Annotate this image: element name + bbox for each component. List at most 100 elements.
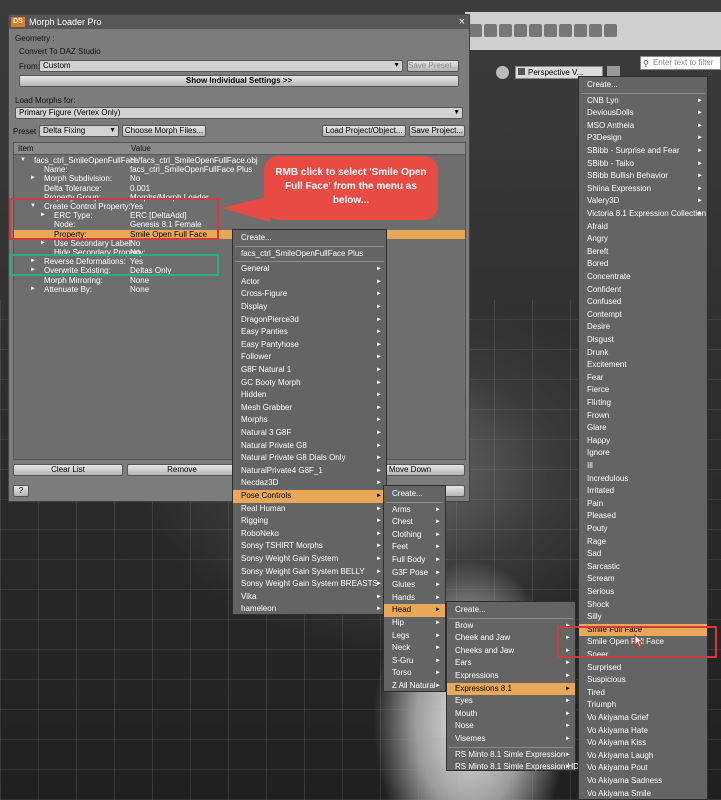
menu-item[interactable]: Actor ►: [233, 276, 386, 289]
menu-item[interactable]: Surprised: [579, 662, 707, 675]
tool-icon[interactable]: [469, 24, 482, 37]
menu-item[interactable]: Confident: [579, 284, 707, 297]
choose-morph-files-button[interactable]: Choose Morph Files...: [122, 125, 206, 137]
menu-item[interactable]: DragonPierce3d ►: [233, 314, 386, 327]
menu-item[interactable]: Create...: [579, 79, 707, 92]
menu-item[interactable]: Confused: [579, 296, 707, 309]
menu-item[interactable]: Excitement: [579, 359, 707, 372]
menu-item[interactable]: Pose Controls ►: [233, 490, 386, 503]
menu-item[interactable]: Cross-Figure ►: [233, 288, 386, 301]
expand-arrow-icon[interactable]: ▼: [20, 156, 26, 165]
menu-item[interactable]: Brow ►: [447, 620, 575, 633]
menu-item[interactable]: Disgust: [579, 334, 707, 347]
menu-item[interactable]: Afraid: [579, 221, 707, 234]
menu-item[interactable]: Vo Akiyama Smile: [579, 788, 707, 800]
menu-item[interactable]: SBibb - Taiko ►: [579, 158, 707, 171]
menu-item[interactable]: Pain: [579, 498, 707, 511]
menu-item[interactable]: Frown: [579, 410, 707, 423]
show-individual-settings-button[interactable]: Show Individual Settings >>: [19, 75, 459, 87]
menu-item[interactable]: Visemes ►: [447, 733, 575, 746]
menu-item[interactable]: Expressions 8.1 ►: [447, 682, 575, 696]
collapse-arrow-icon[interactable]: ►: [30, 285, 36, 294]
filter-search-input[interactable]: ⚲ Enter text to filter: [640, 56, 721, 70]
menu-item[interactable]: Head ►: [384, 604, 445, 617]
menu-item[interactable]: Ears ►: [447, 657, 575, 670]
menu-item[interactable]: Necdaz3D ►: [233, 477, 386, 490]
menu-item[interactable]: Drunk: [579, 347, 707, 360]
menu-item[interactable]: MSO Antheia ►: [579, 120, 707, 133]
menu-item[interactable]: Serious: [579, 586, 707, 599]
tool-icon[interactable]: [529, 24, 542, 37]
menu-item[interactable]: Sonsy Weight Gain System BREASTS ►: [233, 578, 386, 591]
save-preset-button[interactable]: Save Preset...: [407, 60, 459, 72]
menu-item[interactable]: Display ►: [233, 301, 386, 314]
menu-item[interactable]: NaturalPrivate4 G8F_1 ►: [233, 465, 386, 478]
menu-item[interactable]: Desire: [579, 321, 707, 334]
menu-item[interactable]: SBibb - Surprise and Fear ►: [579, 145, 707, 158]
menu-item[interactable]: Vika ►: [233, 591, 386, 604]
menu-item[interactable]: Feet ►: [384, 541, 445, 554]
menu-item[interactable]: Bored: [579, 258, 707, 271]
menu-item[interactable]: Vo Akiyama Pout: [579, 762, 707, 775]
menu-item[interactable]: Nose ►: [447, 720, 575, 733]
menu-item[interactable]: Eyes ►: [447, 695, 575, 708]
tool-icon[interactable]: [484, 24, 497, 37]
menu-item[interactable]: Suspicious: [579, 674, 707, 687]
menu-item[interactable]: Silly: [579, 611, 707, 624]
menu-item[interactable]: Vo Akiyama Laugh: [579, 750, 707, 763]
menu-item[interactable]: Sonsy Weight Gain System BELLY ►: [233, 566, 386, 579]
menu-item[interactable]: Triumph: [579, 699, 707, 712]
menu-item[interactable]: Natural Private G8 Dials Only ►: [233, 452, 386, 465]
column-item[interactable]: Item: [18, 144, 34, 153]
menu-item[interactable]: Cheeks and Jaw ►: [447, 645, 575, 658]
menu-item[interactable]: facs_ctrl_SmileOpenFullFace Plus: [233, 248, 386, 261]
menu-item[interactable]: Scream: [579, 573, 707, 586]
tool-icon[interactable]: [559, 24, 572, 37]
menu-item[interactable]: Vo Akiyama Hate: [579, 725, 707, 738]
menu-item[interactable]: Natural 3 G8F ►: [233, 427, 386, 440]
preset-dropdown[interactable]: Delta Fixing ▼: [39, 125, 119, 137]
menu-item[interactable]: Sarcastic: [579, 561, 707, 574]
menu-item[interactable]: Sad: [579, 548, 707, 561]
menu-item[interactable]: Glutes ►: [384, 579, 445, 592]
viewport-navigation-icon[interactable]: [496, 66, 509, 79]
menu-item[interactable]: Create...: [233, 232, 386, 245]
menu-item[interactable]: Ill: [579, 460, 707, 473]
menu-item[interactable]: Cheek and Jaw ►: [447, 632, 575, 645]
load-project-button[interactable]: Load Project/Object...: [322, 125, 406, 137]
menu-item[interactable]: Bereft: [579, 246, 707, 259]
column-value[interactable]: Value: [131, 144, 151, 153]
save-project-button[interactable]: Save Project...: [409, 125, 465, 137]
menu-item[interactable]: Easy Pantyhose ►: [233, 339, 386, 352]
from-dropdown[interactable]: Custom ▼: [39, 60, 403, 72]
menu-item[interactable]: Full Body ►: [384, 554, 445, 567]
menu-item[interactable]: Hands ►: [384, 592, 445, 605]
menu-item[interactable]: Vo Akiyama Grief: [579, 712, 707, 725]
menu-item[interactable]: Chest ►: [384, 516, 445, 529]
close-icon[interactable]: ×: [459, 15, 465, 29]
menu-item[interactable]: Irritated: [579, 485, 707, 498]
menu-item[interactable]: Glare: [579, 422, 707, 435]
menu-item[interactable]: Angry: [579, 233, 707, 246]
menu-item[interactable]: Hip ►: [384, 617, 445, 630]
menu-item[interactable]: Flirting: [579, 397, 707, 410]
menu-item[interactable]: Expressions ►: [447, 670, 575, 683]
menu-item[interactable]: G8F Natural 1 ►: [233, 364, 386, 377]
menu-item[interactable]: Shock: [579, 599, 707, 612]
menu-item[interactable]: Sonsy Weight Gain System ►: [233, 553, 386, 566]
tool-icon[interactable]: [514, 24, 527, 37]
menu-item[interactable]: G3F Pose ►: [384, 567, 445, 580]
menu-item[interactable]: Torso ►: [384, 667, 445, 680]
menu-item[interactable]: Real Human ►: [233, 503, 386, 516]
menu-item[interactable]: Rigging ►: [233, 515, 386, 528]
help-button[interactable]: ?: [13, 485, 29, 497]
menu-item[interactable]: Follower ►: [233, 351, 386, 364]
menu-item[interactable]: Shiina Expression ►: [579, 183, 707, 196]
menu-item[interactable]: Vo Akiyama Kiss: [579, 737, 707, 750]
menu-item[interactable]: Vo Akiyama Sadness: [579, 775, 707, 788]
menu-item[interactable]: Clothing ►: [384, 529, 445, 542]
menu-item[interactable]: Easy Panties ►: [233, 326, 386, 339]
menu-item[interactable]: Happy: [579, 435, 707, 448]
menu-item[interactable]: Concentrate: [579, 271, 707, 284]
collapse-arrow-icon[interactable]: ►: [40, 239, 46, 248]
